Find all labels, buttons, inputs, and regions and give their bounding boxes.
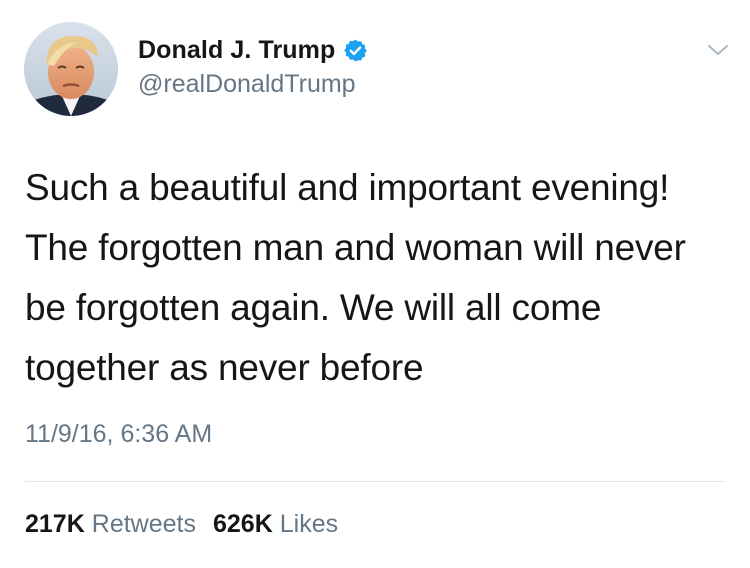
likes-label: Likes [279,510,339,538]
tweet-card: Donald J. Trump @realDonaldTrump Such a … [0,0,750,568]
divider [25,481,725,482]
retweets-label: Retweets [91,510,196,538]
likes-stat[interactable]: 626K Likes [213,510,338,539]
likes-count: 626K [212,510,273,538]
avatar[interactable] [24,22,118,116]
retweets-count: 217K [25,510,85,538]
tweet-stats: 217K Retweets 626K Likes [25,510,338,539]
retweets-stat[interactable]: 217K Retweets [25,510,196,539]
tweet-timestamp[interactable]: 11/9/16, 6:36 AM [25,420,212,449]
display-name[interactable]: Donald J. Trump [138,36,335,65]
chevron-down-icon[interactable] [704,36,732,64]
tweet-header: Donald J. Trump @realDonaldTrump [24,22,736,118]
verified-badge-icon [343,38,368,63]
author-handle[interactable]: @realDonaldTrump [138,70,368,99]
author-names: Donald J. Trump @realDonaldTrump [138,34,368,99]
tweet-text: Such a beautiful and important evening! … [25,167,686,388]
display-name-row: Donald J. Trump [138,34,368,66]
